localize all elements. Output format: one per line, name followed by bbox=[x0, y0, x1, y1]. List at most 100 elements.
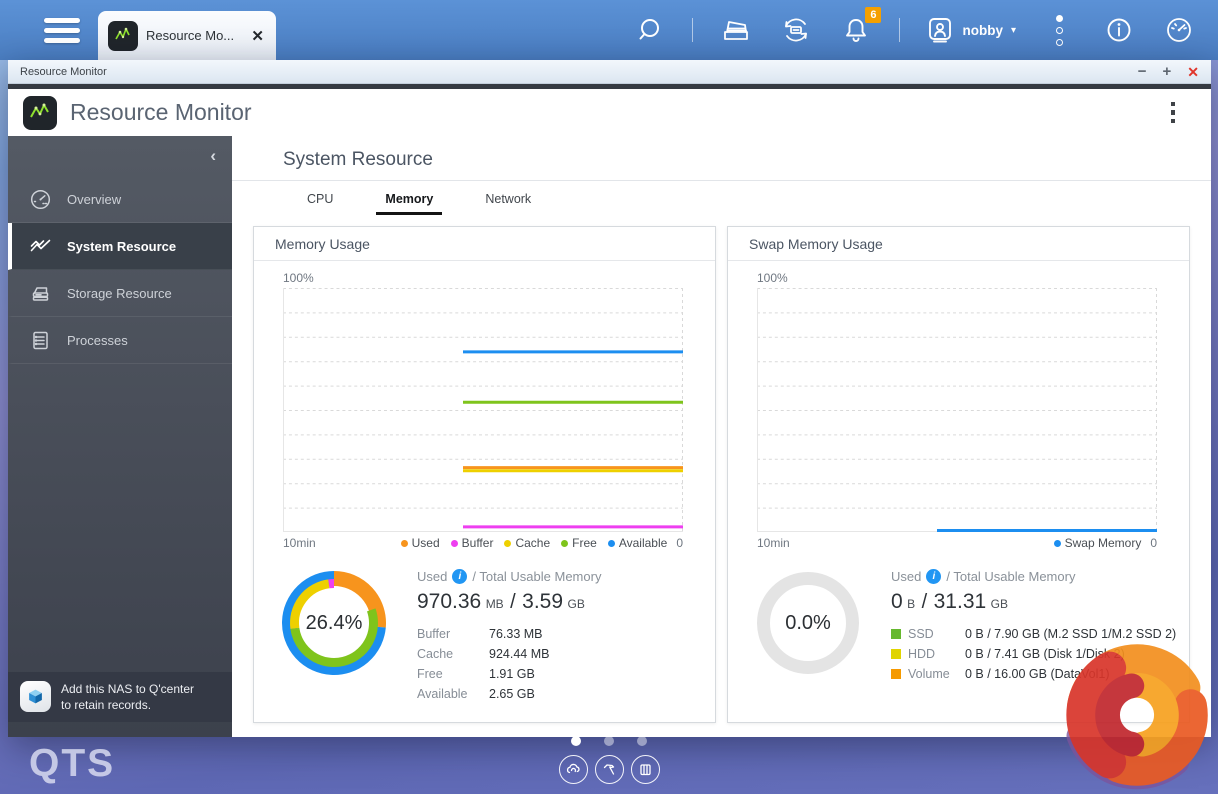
memory-stats-table: Buffer 76.33 MB Cache 924.44 MB Free 1.91 G… bbox=[417, 627, 550, 701]
maximize-button[interactable]: + bbox=[1163, 64, 1172, 79]
sidebar-item-overview[interactable]: Overview bbox=[8, 176, 232, 223]
window-titlebar[interactable]: Resource Monitor − + ✕ bbox=[8, 60, 1211, 84]
legend-item-cache[interactable]: Cache bbox=[504, 536, 550, 550]
legend-item-buffer[interactable]: Buffer bbox=[450, 536, 493, 550]
memory-usage-donut: 26.4% bbox=[278, 567, 390, 679]
storage-disk-icon bbox=[32, 286, 49, 301]
guide-shortcut[interactable] bbox=[630, 755, 660, 784]
tab-cpu[interactable]: CPU bbox=[298, 188, 342, 215]
window-title: Resource Monitor bbox=[20, 65, 107, 78]
x-axis-right-label: 0 bbox=[676, 536, 683, 550]
swap-usage-percent: 0.0% bbox=[785, 611, 831, 634]
caret-down-icon: ▾ bbox=[1010, 24, 1016, 36]
y-axis-top-label: 100% bbox=[757, 271, 788, 285]
qcenter-cube-icon bbox=[20, 681, 51, 713]
taskbar: Resource Mo... ✕ 6 nobby ▾ bbox=[0, 0, 1218, 60]
tab-network[interactable]: Network bbox=[476, 188, 540, 215]
x-axis-left-label: 10min bbox=[757, 536, 790, 550]
utilities-shortcut[interactable] bbox=[594, 755, 624, 784]
legend-item-available[interactable]: Available bbox=[607, 536, 667, 550]
app-title: Resource Monitor bbox=[70, 99, 252, 125]
notifications-bell-icon[interactable]: 6 bbox=[839, 7, 882, 47]
page-title: System Resource bbox=[283, 149, 433, 170]
desktop-page-dot-1[interactable] bbox=[571, 736, 581, 746]
hammer-icon bbox=[603, 764, 614, 775]
minimize-button[interactable]: − bbox=[1138, 64, 1147, 79]
swap-stats-table: SSD 0 B / 7.90 GB (M.2 SSD 1/M.2 SSD 2) H… bbox=[891, 627, 1176, 681]
info-icon[interactable]: i bbox=[926, 569, 942, 584]
info-icon[interactable]: i bbox=[452, 569, 468, 584]
user-menu[interactable]: nobby ▾ bbox=[926, 16, 1016, 44]
legend-item-free[interactable]: Free bbox=[561, 536, 597, 550]
taskbar-divider bbox=[899, 18, 901, 42]
cloud-icon bbox=[566, 763, 580, 774]
app-menu-kebab-icon[interactable] bbox=[1167, 98, 1180, 128]
username-label: nobby bbox=[962, 22, 1003, 38]
legend-item-used[interactable]: Used bbox=[400, 536, 440, 550]
process-list-icon bbox=[33, 331, 48, 349]
x-axis-left-label: 10min bbox=[283, 536, 316, 550]
more-options-kebab-icon[interactable] bbox=[1042, 13, 1076, 47]
qcenter-text: Add this NAS to Q'center to retain record… bbox=[61, 681, 195, 712]
resource-monitor-app-icon bbox=[23, 95, 57, 130]
swap-history-chart bbox=[757, 288, 1157, 532]
tab-memory[interactable]: Memory bbox=[376, 188, 443, 215]
swap-chart-legend: Swap Memory bbox=[1053, 536, 1141, 550]
usage-caption: Used i / Total Usable Memory bbox=[891, 569, 1076, 584]
swap-usage-donut: 0.0% bbox=[752, 567, 864, 679]
swap-stat-hdd: HDD 0 B / 7.41 GB (Disk 1/Disk 2) bbox=[891, 647, 1165, 661]
sidebar-item-system-resource[interactable]: System Resource bbox=[8, 223, 232, 270]
y-axis-top-label: 100% bbox=[283, 271, 314, 285]
swap-usage-value: 0 B / 31.31 GB bbox=[891, 590, 1008, 613]
taskbar-divider bbox=[692, 18, 694, 42]
memory-usage-card: Memory Usage 100% 10min Used Buffer Cach… bbox=[253, 226, 716, 723]
tab-close-icon[interactable]: ✕ bbox=[249, 25, 266, 47]
sidebar-item-label: Processes bbox=[67, 332, 128, 348]
resource-monitor-app-icon bbox=[108, 20, 138, 51]
resource-monitor-window: Resource Monitor − + ✕ Resource Monitor … bbox=[8, 60, 1211, 737]
x-axis-right-label: 0 bbox=[1150, 536, 1157, 550]
chevron-left-icon: ‹ bbox=[210, 146, 216, 165]
notification-count-badge: 6 bbox=[865, 7, 882, 23]
sidebar: ‹ Overview System Resource Storage Resou… bbox=[8, 136, 232, 737]
book-icon bbox=[639, 764, 651, 776]
dashboard-gauge-icon[interactable] bbox=[1162, 13, 1196, 47]
sidebar-item-processes[interactable]: Processes bbox=[8, 317, 232, 364]
main-content: System Resource CPU Memory Network Memor… bbox=[232, 136, 1211, 737]
resource-tabs: CPU Memory Network bbox=[298, 181, 1211, 215]
taskbar-tab-resource-monitor[interactable]: Resource Mo... ✕ bbox=[98, 11, 276, 60]
swap-memory-usage-card: Swap Memory Usage 100% 10min Swap Memory bbox=[727, 226, 1190, 723]
legend-item-swap-memory[interactable]: Swap Memory bbox=[1053, 536, 1141, 550]
myqnapcloud-shortcut[interactable] bbox=[558, 755, 588, 784]
line-chart-icon bbox=[30, 239, 51, 251]
hamburger-icon bbox=[44, 17, 80, 23]
usage-caption: Used i / Total Usable Memory bbox=[417, 569, 602, 584]
sidebar-item-label: Overview bbox=[67, 191, 122, 207]
desktop-page-dot-2[interactable] bbox=[604, 736, 614, 746]
background-tasks-icon[interactable] bbox=[719, 13, 753, 47]
info-icon[interactable] bbox=[1102, 13, 1136, 47]
desktop-pager bbox=[0, 736, 1218, 784]
memory-usage-percent: 26.4% bbox=[305, 611, 363, 634]
sidebar-item-label: Storage Resource bbox=[67, 285, 172, 301]
sync-backup-icon[interactable] bbox=[779, 13, 813, 47]
gauge-icon bbox=[30, 189, 51, 209]
taskbar-right: 6 nobby ▾ bbox=[632, 7, 1218, 47]
qcenter-notice[interactable]: Add this NAS to Q'center to retain record… bbox=[8, 671, 232, 722]
desktop-page-dot-3[interactable] bbox=[637, 736, 647, 746]
taskbar-tab-label: Resource Mo... bbox=[146, 28, 235, 43]
memory-history-chart bbox=[283, 288, 683, 532]
user-avatar-icon bbox=[929, 18, 952, 43]
sidebar-item-label: System Resource bbox=[67, 238, 177, 254]
desktop: Resource Mo... ✕ 6 nobby ▾ Resource Moni… bbox=[0, 0, 1218, 794]
swap-stat-volume: 0 B / 16.00 GB (DataVol1)Volume0 B / 16.… bbox=[891, 667, 1165, 681]
search-icon[interactable] bbox=[632, 13, 666, 47]
sidebar-item-storage-resource[interactable]: Storage Resource bbox=[8, 270, 232, 317]
sidebar-collapse-button[interactable]: ‹ bbox=[8, 136, 232, 176]
close-button[interactable]: ✕ bbox=[1187, 65, 1199, 79]
main-menu-button[interactable] bbox=[44, 17, 80, 43]
memory-chart-legend: Used Buffer Cache Free Available bbox=[400, 536, 667, 550]
swap-stat-ssd: SSD 0 B / 7.90 GB (M.2 SSD 1/M.2 SSD 2) bbox=[891, 627, 1176, 641]
card-title: Swap Memory Usage bbox=[749, 235, 883, 252]
card-title: Memory Usage bbox=[275, 235, 370, 252]
